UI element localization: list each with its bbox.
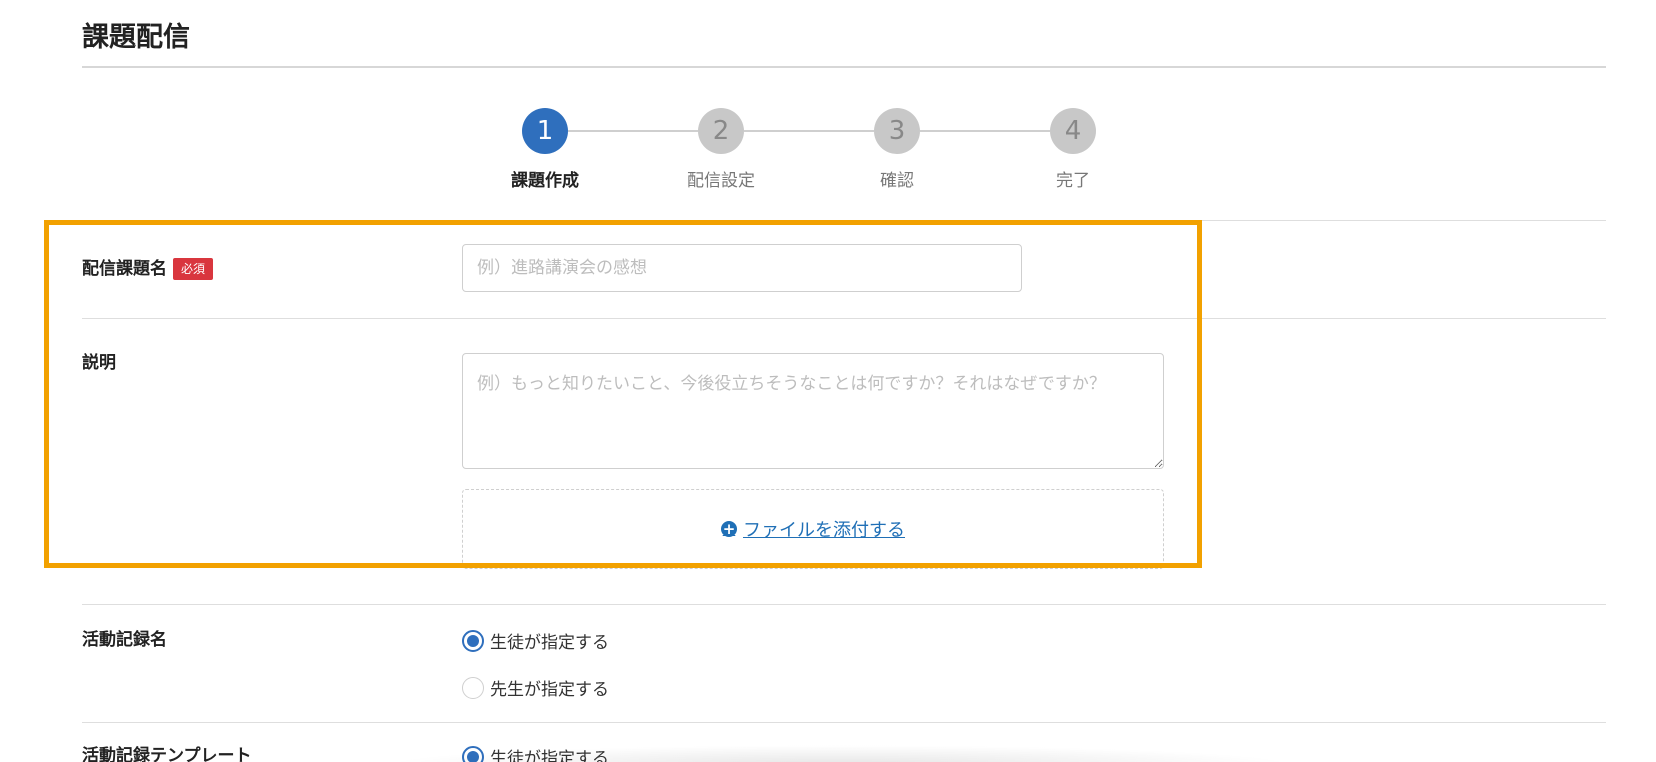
radio-checked-icon: [462, 745, 484, 762]
task-name-input[interactable]: [462, 244, 1022, 292]
step-4: 4 完了: [1013, 108, 1133, 191]
step-number: 3: [874, 108, 920, 154]
activity-record-name-label: 活動記録名: [82, 630, 167, 650]
required-badge: 必須: [173, 258, 214, 280]
radio-teacher-specifies[interactable]: 先生が指定する: [462, 675, 609, 700]
file-attach-area: + ファイルを添付する: [462, 489, 1164, 569]
activity-record-template-label: 活動記録テンプレート: [82, 746, 252, 762]
title-divider: [82, 66, 1606, 68]
progress-stepper: 1 課題作成 2 配信設定 3 確認 4 完了: [511, 108, 1181, 198]
page-title: 課題配信: [82, 22, 190, 53]
radio-student-specifies[interactable]: 生徒が指定する: [462, 628, 609, 653]
step-label: 課題作成: [511, 171, 579, 191]
description-textarea[interactable]: [462, 353, 1164, 469]
radio-template-student-specifies[interactable]: 生徒が指定する: [462, 744, 609, 762]
section-divider: [82, 722, 1606, 723]
step-label: 完了: [1056, 171, 1090, 191]
section-divider: [82, 318, 1606, 319]
attach-file-link[interactable]: + ファイルを添付する: [721, 516, 905, 542]
step-1: 1 課題作成: [485, 108, 605, 191]
radio-label: 先生が指定する: [490, 680, 609, 700]
plus-circle-icon: +: [721, 520, 737, 538]
radio-label: 生徒が指定する: [490, 749, 609, 762]
description-label: 説明: [82, 353, 116, 373]
attach-file-label: ファイルを添付する: [743, 520, 905, 541]
radio-unchecked-icon: [462, 676, 484, 699]
step-2: 2 配信設定: [661, 108, 781, 191]
task-name-label: 配信課題名 必須: [82, 257, 214, 281]
step-label: 配信設定: [687, 171, 755, 191]
step-3: 3 確認: [837, 108, 957, 191]
step-label: 確認: [880, 171, 914, 191]
task-name-label-text: 配信課題名: [82, 259, 167, 279]
section-divider: [82, 604, 1606, 605]
step-number: 4: [1050, 108, 1096, 154]
step-number: 1: [522, 108, 568, 154]
section-divider: [82, 220, 1606, 221]
step-number: 2: [698, 108, 744, 154]
radio-checked-icon: [462, 629, 484, 652]
task-delivery-page: 課題配信 1 課題作成 2 配信設定 3 確認 4 完了 配信課題名必須 説明: [0, 0, 1656, 762]
radio-label: 生徒が指定する: [490, 633, 609, 653]
